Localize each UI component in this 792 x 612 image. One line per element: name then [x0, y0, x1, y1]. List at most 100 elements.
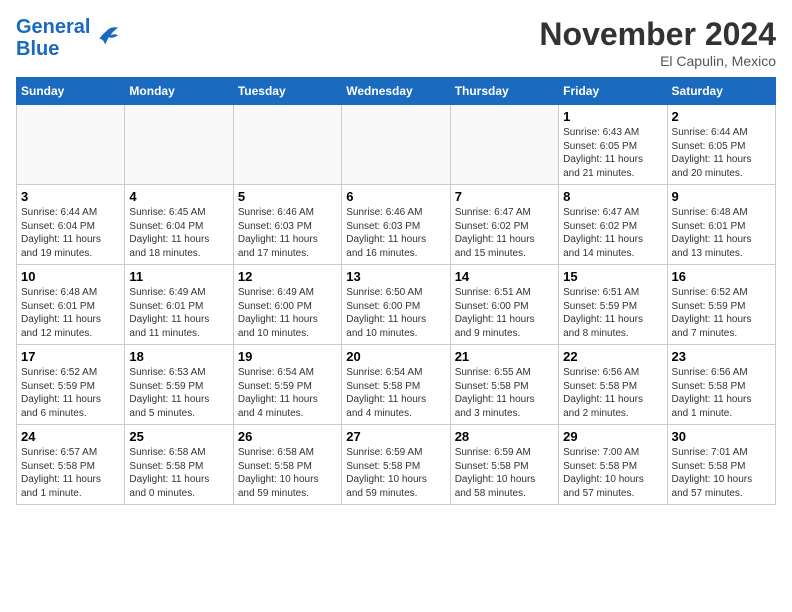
calendar-header-row: SundayMondayTuesdayWednesdayThursdayFrid…: [17, 78, 776, 105]
day-info: Sunrise: 6:54 AM Sunset: 5:59 PM Dayligh…: [238, 366, 337, 420]
calendar-day-cell: 2 Sunrise: 6:44 AM Sunset: 6:05 PM Daylig…: [667, 105, 775, 185]
day-number: 27: [346, 429, 445, 444]
day-number: 14: [455, 269, 554, 284]
day-number: 8: [563, 189, 662, 204]
calendar-day-cell: 13Sunrise: 6:50 AM Sunset: 6:00 PM Dayli…: [342, 265, 450, 345]
day-info: Sunrise: 6:48 AM Sunset: 6:01 PM Dayligh…: [672, 206, 771, 260]
day-info: Sunrise: 6:58 AM Sunset: 5:58 PM Dayligh…: [238, 446, 337, 500]
calendar-day-cell: 8 Sunrise: 6:47 AM Sunset: 6:02 PM Daylig…: [559, 185, 667, 265]
logo-text: GeneralBlue: [16, 16, 90, 60]
day-number: 22: [563, 349, 662, 364]
calendar-day-cell: 27 Sunrise: 6:59 AM Sunset: 5:58 PM Dayli…: [342, 425, 450, 505]
calendar-day-cell: 28 Sunrise: 6:59 AM Sunset: 5:58 PM Dayli…: [450, 425, 558, 505]
day-number: 26: [238, 429, 337, 444]
day-number: 20: [346, 349, 445, 364]
day-number: 15: [563, 269, 662, 284]
calendar-day-cell: 6 Sunrise: 6:46 AM Sunset: 6:03 PM Daylig…: [342, 185, 450, 265]
day-info: Sunrise: 6:56 AM Sunset: 5:58 PM Dayligh…: [672, 366, 771, 420]
calendar-day-cell: 30 Sunrise: 7:01 AM Sunset: 5:58 PM Dayli…: [667, 425, 775, 505]
day-number: 30: [672, 429, 771, 444]
day-number: 1: [563, 109, 662, 124]
calendar-table: SundayMondayTuesdayWednesdayThursdayFrid…: [16, 77, 776, 505]
day-info: Sunrise: 6:54 AM Sunset: 5:58 PM Dayligh…: [346, 366, 445, 420]
day-info: Sunrise: 7:00 AM Sunset: 5:58 PM Dayligh…: [563, 446, 662, 500]
day-number: 7: [455, 189, 554, 204]
day-info: Sunrise: 6:59 AM Sunset: 5:58 PM Dayligh…: [455, 446, 554, 500]
calendar-day-cell: [233, 105, 341, 185]
calendar-day-cell: 14 Sunrise: 6:51 AM Sunset: 6:00 PM Dayli…: [450, 265, 558, 345]
calendar-week-row: 1 Sunrise: 6:43 AM Sunset: 6:05 PM Daylig…: [17, 105, 776, 185]
calendar-day-cell: [342, 105, 450, 185]
weekday-header: Wednesday: [342, 78, 450, 105]
day-info: Sunrise: 6:46 AM Sunset: 6:03 PM Dayligh…: [238, 206, 337, 260]
calendar-day-cell: 17Sunrise: 6:52 AM Sunset: 5:59 PM Dayli…: [17, 345, 125, 425]
day-number: 16: [672, 269, 771, 284]
weekday-header: Thursday: [450, 78, 558, 105]
day-info: Sunrise: 6:59 AM Sunset: 5:58 PM Dayligh…: [346, 446, 445, 500]
calendar-day-cell: 3 Sunrise: 6:44 AM Sunset: 6:04 PM Daylig…: [17, 185, 125, 265]
calendar-week-row: 17Sunrise: 6:52 AM Sunset: 5:59 PM Dayli…: [17, 345, 776, 425]
day-number: 18: [129, 349, 228, 364]
calendar-day-cell: 15 Sunrise: 6:51 AM Sunset: 5:59 PM Dayli…: [559, 265, 667, 345]
day-info: Sunrise: 6:53 AM Sunset: 5:59 PM Dayligh…: [129, 366, 228, 420]
day-number: 3: [21, 189, 120, 204]
day-info: Sunrise: 6:44 AM Sunset: 6:04 PM Dayligh…: [21, 206, 120, 260]
day-number: 2: [672, 109, 771, 124]
day-number: 17: [21, 349, 120, 364]
day-number: 9: [672, 189, 771, 204]
day-number: 21: [455, 349, 554, 364]
calendar-day-cell: 9 Sunrise: 6:48 AM Sunset: 6:01 PM Daylig…: [667, 185, 775, 265]
day-number: 24: [21, 429, 120, 444]
calendar-day-cell: [125, 105, 233, 185]
day-info: Sunrise: 6:52 AM Sunset: 5:59 PM Dayligh…: [672, 286, 771, 340]
calendar-day-cell: 29 Sunrise: 7:00 AM Sunset: 5:58 PM Dayli…: [559, 425, 667, 505]
calendar-day-cell: 24 Sunrise: 6:57 AM Sunset: 5:58 PM Dayli…: [17, 425, 125, 505]
day-info: Sunrise: 6:43 AM Sunset: 6:05 PM Dayligh…: [563, 126, 662, 180]
day-number: 11: [129, 269, 228, 284]
day-number: 12: [238, 269, 337, 284]
day-number: 13: [346, 269, 445, 284]
weekday-header: Monday: [125, 78, 233, 105]
day-info: Sunrise: 6:49 AM Sunset: 6:01 PM Dayligh…: [129, 286, 228, 340]
day-number: 23: [672, 349, 771, 364]
day-info: Sunrise: 6:51 AM Sunset: 5:59 PM Dayligh…: [563, 286, 662, 340]
calendar-day-cell: 4 Sunrise: 6:45 AM Sunset: 6:04 PM Daylig…: [125, 185, 233, 265]
day-info: Sunrise: 6:58 AM Sunset: 5:58 PM Dayligh…: [129, 446, 228, 500]
calendar-day-cell: [17, 105, 125, 185]
day-number: 28: [455, 429, 554, 444]
calendar-day-cell: [450, 105, 558, 185]
logo: GeneralBlue: [16, 16, 120, 60]
calendar-day-cell: 19 Sunrise: 6:54 AM Sunset: 5:59 PM Dayli…: [233, 345, 341, 425]
day-info: Sunrise: 6:48 AM Sunset: 6:01 PM Dayligh…: [21, 286, 120, 340]
day-number: 25: [129, 429, 228, 444]
day-info: Sunrise: 6:45 AM Sunset: 6:04 PM Dayligh…: [129, 206, 228, 260]
title-area: November 2024 El Capulin, Mexico: [539, 16, 776, 69]
day-info: Sunrise: 6:56 AM Sunset: 5:58 PM Dayligh…: [563, 366, 662, 420]
weekday-header: Sunday: [17, 78, 125, 105]
day-number: 4: [129, 189, 228, 204]
calendar-day-cell: 16 Sunrise: 6:52 AM Sunset: 5:59 PM Dayli…: [667, 265, 775, 345]
weekday-header: Friday: [559, 78, 667, 105]
page-header: GeneralBlue November 2024 El Capulin, Me…: [16, 16, 776, 69]
weekday-header: Saturday: [667, 78, 775, 105]
day-info: Sunrise: 6:44 AM Sunset: 6:05 PM Dayligh…: [672, 126, 771, 180]
calendar-week-row: 3 Sunrise: 6:44 AM Sunset: 6:04 PM Daylig…: [17, 185, 776, 265]
calendar-day-cell: 22 Sunrise: 6:56 AM Sunset: 5:58 PM Dayli…: [559, 345, 667, 425]
calendar-week-row: 24 Sunrise: 6:57 AM Sunset: 5:58 PM Dayli…: [17, 425, 776, 505]
day-info: Sunrise: 6:46 AM Sunset: 6:03 PM Dayligh…: [346, 206, 445, 260]
day-info: Sunrise: 6:49 AM Sunset: 6:00 PM Dayligh…: [238, 286, 337, 340]
calendar-day-cell: 11 Sunrise: 6:49 AM Sunset: 6:01 PM Dayli…: [125, 265, 233, 345]
calendar-week-row: 10Sunrise: 6:48 AM Sunset: 6:01 PM Dayli…: [17, 265, 776, 345]
day-number: 6: [346, 189, 445, 204]
day-info: Sunrise: 6:47 AM Sunset: 6:02 PM Dayligh…: [563, 206, 662, 260]
day-info: Sunrise: 7:01 AM Sunset: 5:58 PM Dayligh…: [672, 446, 771, 500]
calendar-day-cell: 18 Sunrise: 6:53 AM Sunset: 5:59 PM Dayli…: [125, 345, 233, 425]
day-info: Sunrise: 6:57 AM Sunset: 5:58 PM Dayligh…: [21, 446, 120, 500]
calendar-day-cell: 5Sunrise: 6:46 AM Sunset: 6:03 PM Daylig…: [233, 185, 341, 265]
day-info: Sunrise: 6:51 AM Sunset: 6:00 PM Dayligh…: [455, 286, 554, 340]
day-number: 19: [238, 349, 337, 364]
calendar-day-cell: 20 Sunrise: 6:54 AM Sunset: 5:58 PM Dayli…: [342, 345, 450, 425]
location: El Capulin, Mexico: [539, 53, 776, 69]
day-number: 29: [563, 429, 662, 444]
calendar-day-cell: 23 Sunrise: 6:56 AM Sunset: 5:58 PM Dayli…: [667, 345, 775, 425]
